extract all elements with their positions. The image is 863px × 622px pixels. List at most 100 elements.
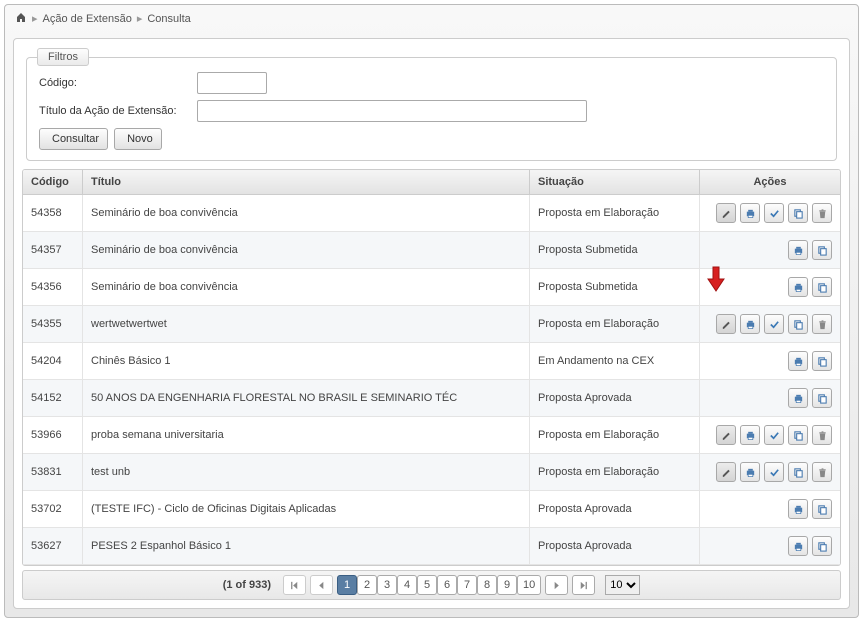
table-row: 53702(TESTE IFC) - Ciclo de Oficinas Dig…	[23, 491, 840, 528]
titulo-label: Título da Ação de Extensão:	[39, 105, 197, 117]
print-button[interactable]	[788, 240, 808, 260]
print-button[interactable]	[788, 277, 808, 297]
breadcrumb-item-acao[interactable]: Ação de Extensão	[43, 13, 132, 25]
prev-page-button[interactable]	[310, 575, 333, 595]
col-header-codigo[interactable]: Código	[23, 170, 83, 195]
col-header-acoes: Ações	[700, 170, 840, 195]
col-header-situacao[interactable]: Situação	[530, 170, 700, 195]
print-button[interactable]	[788, 351, 808, 371]
consultar-button[interactable]: Consultar	[39, 128, 108, 150]
breadcrumb-sep: ▸	[32, 12, 38, 25]
edit-button[interactable]	[716, 203, 736, 223]
cell-acoes	[700, 417, 840, 454]
copy-button[interactable]	[812, 351, 832, 371]
cell-acoes	[700, 195, 840, 232]
page-button-8[interactable]: 8	[477, 575, 497, 595]
cell-codigo: 54357	[23, 232, 83, 269]
filters-panel: Filtros Código: Título da Ação de Extens…	[26, 57, 837, 161]
table-row: 54204Chinês Básico 1Em Andamento na CEX	[23, 343, 840, 380]
copy-button[interactable]	[788, 462, 808, 482]
cell-situacao: Proposta em Elaboração	[530, 454, 700, 491]
novo-label: Novo	[127, 133, 153, 145]
approve-button[interactable]	[764, 462, 784, 482]
page-button-6[interactable]: 6	[437, 575, 457, 595]
print-button[interactable]	[788, 536, 808, 556]
page-button-5[interactable]: 5	[417, 575, 437, 595]
last-page-button[interactable]	[572, 575, 595, 595]
cell-codigo: 54204	[23, 343, 83, 380]
cell-titulo: test unb	[83, 454, 530, 491]
approve-button[interactable]	[764, 203, 784, 223]
approve-button[interactable]	[764, 314, 784, 334]
edit-button[interactable]	[716, 314, 736, 334]
cell-titulo: PESES 2 Espanhol Básico 1	[83, 528, 530, 565]
cell-situacao: Proposta em Elaboração	[530, 417, 700, 454]
copy-button[interactable]	[788, 314, 808, 334]
delete-button[interactable]	[812, 425, 832, 445]
delete-button[interactable]	[812, 314, 832, 334]
page-button-4[interactable]: 4	[397, 575, 417, 595]
print-button[interactable]	[788, 388, 808, 408]
copy-button[interactable]	[788, 203, 808, 223]
approve-button[interactable]	[764, 425, 784, 445]
rows-per-page-select[interactable]: 10	[605, 575, 640, 595]
codigo-label: Código:	[39, 77, 197, 89]
cell-codigo: 54152	[23, 380, 83, 417]
page-button-2[interactable]: 2	[357, 575, 377, 595]
copy-button[interactable]	[812, 277, 832, 297]
cell-situacao: Em Andamento na CEX	[530, 343, 700, 380]
copy-button[interactable]	[812, 536, 832, 556]
print-button[interactable]	[788, 499, 808, 519]
cell-acoes	[700, 232, 840, 269]
table-row: 5415250 ANOS DA ENGENHARIA FLORESTAL NO …	[23, 380, 840, 417]
cell-codigo: 54358	[23, 195, 83, 232]
cell-codigo: 53831	[23, 454, 83, 491]
page-button-10[interactable]: 10	[517, 575, 541, 595]
print-button[interactable]	[740, 314, 760, 334]
col-header-titulo[interactable]: Título	[83, 170, 530, 195]
cell-acoes	[700, 454, 840, 491]
body-panel: Filtros Código: Título da Ação de Extens…	[13, 38, 850, 609]
copy-button[interactable]	[812, 388, 832, 408]
cell-situacao: Proposta em Elaboração	[530, 306, 700, 343]
breadcrumb: ▸ Ação de Extensão ▸ Consulta	[5, 5, 858, 32]
home-icon[interactable]	[15, 11, 27, 26]
copy-button[interactable]	[788, 425, 808, 445]
cell-situacao: Proposta em Elaboração	[530, 195, 700, 232]
cell-acoes	[700, 306, 840, 343]
edit-button[interactable]	[716, 462, 736, 482]
copy-button[interactable]	[812, 499, 832, 519]
page-button-9[interactable]: 9	[497, 575, 517, 595]
page-button-1[interactable]: 1	[337, 575, 357, 595]
cell-situacao: Proposta Aprovada	[530, 528, 700, 565]
page-button-7[interactable]: 7	[457, 575, 477, 595]
edit-button[interactable]	[716, 425, 736, 445]
breadcrumb-sep: ▸	[137, 12, 143, 25]
consultar-label: Consultar	[52, 133, 99, 145]
results-table: Código Título Situação Ações 54358Seminá…	[22, 169, 841, 566]
cell-titulo: Seminário de boa convivência	[83, 269, 530, 306]
delete-button[interactable]	[812, 203, 832, 223]
cell-titulo: proba semana universitaria	[83, 417, 530, 454]
print-button[interactable]	[740, 462, 760, 482]
codigo-input[interactable]	[197, 72, 267, 94]
table-row: 54358Seminário de boa convivênciaPropost…	[23, 195, 840, 232]
paginator: (1 of 933) 12345678910 10	[22, 570, 841, 600]
cell-acoes	[700, 343, 840, 380]
titulo-input[interactable]	[197, 100, 587, 122]
print-button[interactable]	[740, 425, 760, 445]
first-page-button[interactable]	[283, 575, 306, 595]
table-row: 54357Seminário de boa convivênciaPropost…	[23, 232, 840, 269]
copy-button[interactable]	[812, 240, 832, 260]
next-page-button[interactable]	[545, 575, 568, 595]
filters-legend: Filtros	[37, 48, 89, 66]
cell-titulo: wertwetwertwet	[83, 306, 530, 343]
novo-button[interactable]: Novo	[114, 128, 162, 150]
page-button-3[interactable]: 3	[377, 575, 397, 595]
delete-button[interactable]	[812, 462, 832, 482]
print-button[interactable]	[740, 203, 760, 223]
table-row: 53966proba semana universitariaProposta …	[23, 417, 840, 454]
page-info: (1 of 933)	[223, 579, 271, 591]
cell-titulo: Chinês Básico 1	[83, 343, 530, 380]
cell-titulo: Seminário de boa convivência	[83, 195, 530, 232]
